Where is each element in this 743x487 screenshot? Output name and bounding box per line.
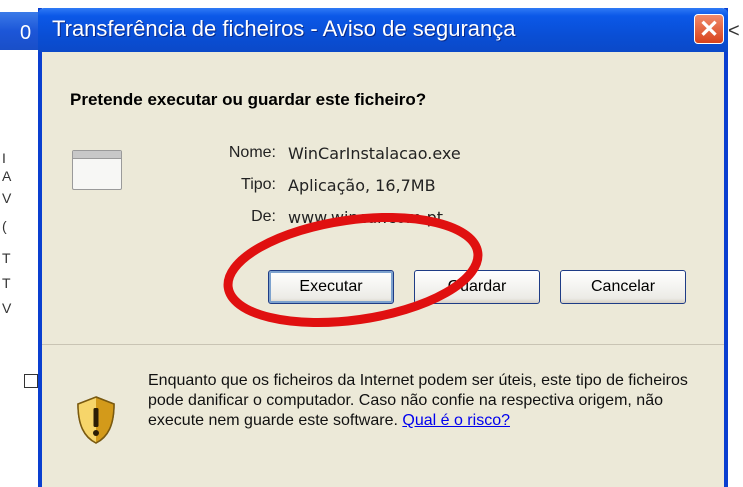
background-checkbox	[24, 374, 38, 388]
close-button[interactable]: ✕	[694, 14, 724, 44]
dialog-title: Transferência de ficheiros - Aviso de se…	[52, 16, 516, 41]
file-icon-titlebar	[73, 151, 121, 159]
risk-help-link[interactable]: Qual é o risco?	[402, 412, 510, 429]
security-warning-text: Enquanto que os ficheiros da Internet po…	[148, 371, 708, 431]
close-icon: ✕	[698, 15, 720, 43]
executable-file-icon	[72, 150, 122, 190]
background-text-fragment: T	[2, 250, 11, 266]
background-text-fragment: V	[2, 190, 12, 206]
background-text-fragment: A	[2, 168, 12, 184]
right-edge-glyph: <	[728, 20, 740, 42]
background-text-fragment: T	[2, 275, 11, 291]
background-text-fragment: (	[2, 218, 7, 234]
file-name-label: Nome:	[228, 144, 276, 161]
cancel-button-label: Cancelar	[590, 278, 656, 295]
run-button-label: Executar	[299, 278, 363, 295]
save-button-label: Guardar	[447, 278, 507, 295]
background-text-fragment: I	[2, 150, 6, 166]
dialog-warning-panel: Enquanto que os ficheiros da Internet po…	[42, 345, 724, 487]
file-name-value: WinCarInstalacao.exe	[288, 144, 461, 163]
security-shield-icon	[77, 396, 115, 444]
file-source-label: De:	[251, 208, 276, 225]
run-button[interactable]: Executar	[268, 270, 394, 304]
dialog-upper-panel: Pretende executar ou guardar este fichei…	[42, 52, 724, 342]
file-source-value: www.wincar.com.pt	[288, 208, 444, 227]
cancel-button[interactable]: Cancelar	[560, 270, 686, 304]
dialog-titlebar[interactable]: Transferência de ficheiros - Aviso de se…	[38, 8, 728, 52]
dialog-question: Pretende executar ou guardar este fichei…	[70, 90, 427, 109]
save-button[interactable]: Guardar	[414, 270, 540, 304]
file-type-label: Tipo:	[241, 176, 276, 193]
right-edge-strip	[728, 8, 743, 487]
security-warning-dialog: Transferência de ficheiros - Aviso de se…	[38, 8, 728, 487]
background-title-fragment: 0	[20, 22, 32, 44]
file-type-value: Aplicação, 16,7MB	[288, 176, 436, 195]
background-text-fragment: V	[2, 300, 12, 316]
